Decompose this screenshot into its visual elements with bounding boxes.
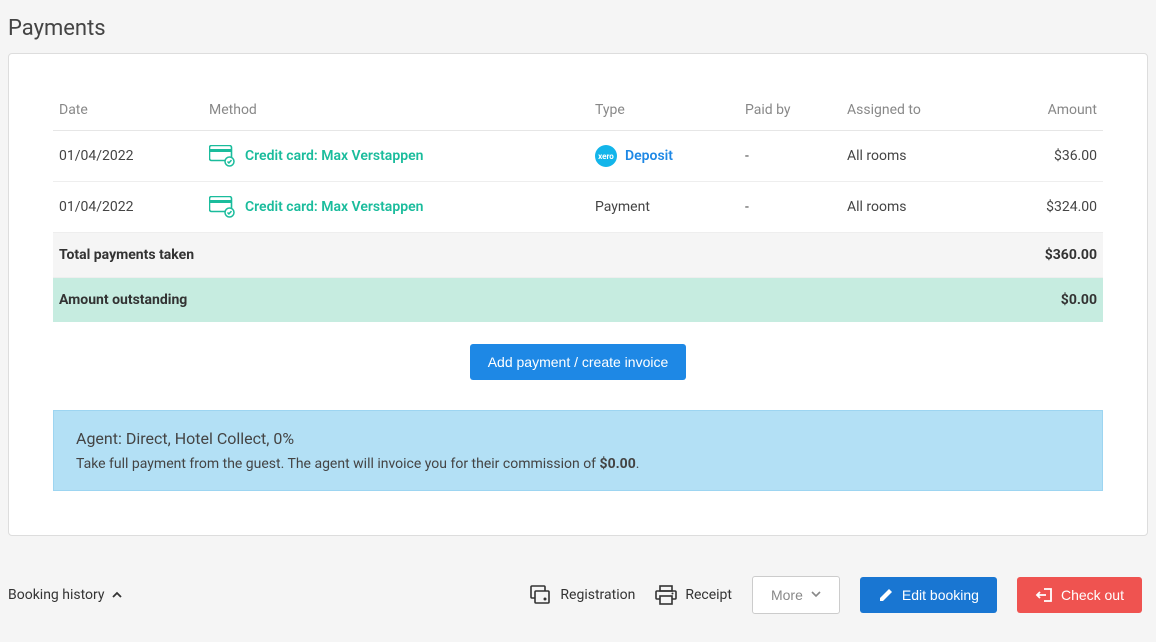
outstanding-row: Amount outstanding $0.00 [53, 278, 1103, 323]
edit-booking-button[interactable]: Edit booking [860, 577, 997, 613]
chevron-up-icon [111, 589, 123, 601]
method-link[interactable]: Credit card: Max Verstappen [245, 148, 423, 164]
payments-table: Date Method Type Paid by Assigned to Amo… [53, 90, 1103, 322]
th-date: Date [53, 90, 203, 131]
cell-assigned: All rooms [841, 131, 991, 182]
registration-button[interactable]: Registration [530, 585, 635, 605]
cell-amount: $36.00 [991, 131, 1103, 182]
th-type: Type [589, 90, 739, 131]
xero-icon: xero [595, 145, 617, 167]
receipt-button[interactable]: Receipt [655, 585, 732, 605]
checkout-label: Check out [1061, 587, 1124, 603]
agent-info-suffix: . [636, 456, 640, 472]
page-title: Payments [8, 16, 1148, 41]
credit-card-icon [209, 145, 235, 167]
checkout-button[interactable]: Check out [1017, 577, 1142, 613]
pencil-icon [878, 587, 894, 603]
cell-paidby: - [739, 131, 841, 182]
receipt-label: Receipt [685, 587, 732, 603]
registration-label: Registration [560, 587, 635, 603]
credit-card-icon [209, 196, 235, 218]
total-amount: $360.00 [991, 233, 1103, 278]
checkout-icon [1035, 587, 1053, 603]
cell-date: 01/04/2022 [53, 131, 203, 182]
th-assigned: Assigned to [841, 90, 991, 131]
registration-icon [530, 585, 552, 605]
type-link[interactable]: Deposit [625, 148, 673, 164]
table-row: 01/04/2022 Credit card [53, 182, 1103, 233]
more-label: More [771, 587, 803, 603]
total-row: Total payments taken $360.00 [53, 233, 1103, 278]
agent-info-commission: $0.00 [600, 456, 636, 472]
method-link[interactable]: Credit card: Max Verstappen [245, 199, 423, 215]
chevron-down-icon [811, 589, 821, 599]
th-amount: Amount [991, 90, 1103, 131]
table-row: 01/04/2022 Credit card [53, 131, 1103, 182]
cell-assigned: All rooms [841, 182, 991, 233]
agent-info-body: Take full payment from the guest. The ag… [76, 456, 1080, 472]
cell-amount: $324.00 [991, 182, 1103, 233]
total-label: Total payments taken [53, 233, 991, 278]
agent-info-panel: Agent: Direct, Hotel Collect, 0% Take fu… [53, 410, 1103, 491]
booking-history-toggle[interactable]: Booking history [8, 587, 123, 603]
cell-method: Credit card: Max Verstappen [203, 131, 589, 182]
agent-info-prefix: Take full payment from the guest. The ag… [76, 456, 600, 472]
th-paidby: Paid by [739, 90, 841, 131]
printer-icon [655, 585, 677, 605]
outstanding-amount: $0.00 [991, 278, 1103, 323]
cell-paidby: - [739, 182, 841, 233]
payments-card: Date Method Type Paid by Assigned to Amo… [8, 53, 1148, 536]
cell-method: Credit card: Max Verstappen [203, 182, 589, 233]
cell-type: xero Deposit [589, 131, 739, 182]
th-method: Method [203, 90, 589, 131]
more-button[interactable]: More [752, 576, 840, 614]
outstanding-label: Amount outstanding [53, 278, 991, 323]
booking-history-label: Booking history [8, 587, 105, 603]
footer-bar: Booking history Registration [8, 536, 1148, 622]
add-payment-button[interactable]: Add payment / create invoice [470, 344, 687, 380]
cell-type: Payment [589, 182, 739, 233]
cell-date: 01/04/2022 [53, 182, 203, 233]
edit-booking-label: Edit booking [902, 587, 979, 603]
agent-info-title: Agent: Direct, Hotel Collect, 0% [76, 429, 1080, 448]
